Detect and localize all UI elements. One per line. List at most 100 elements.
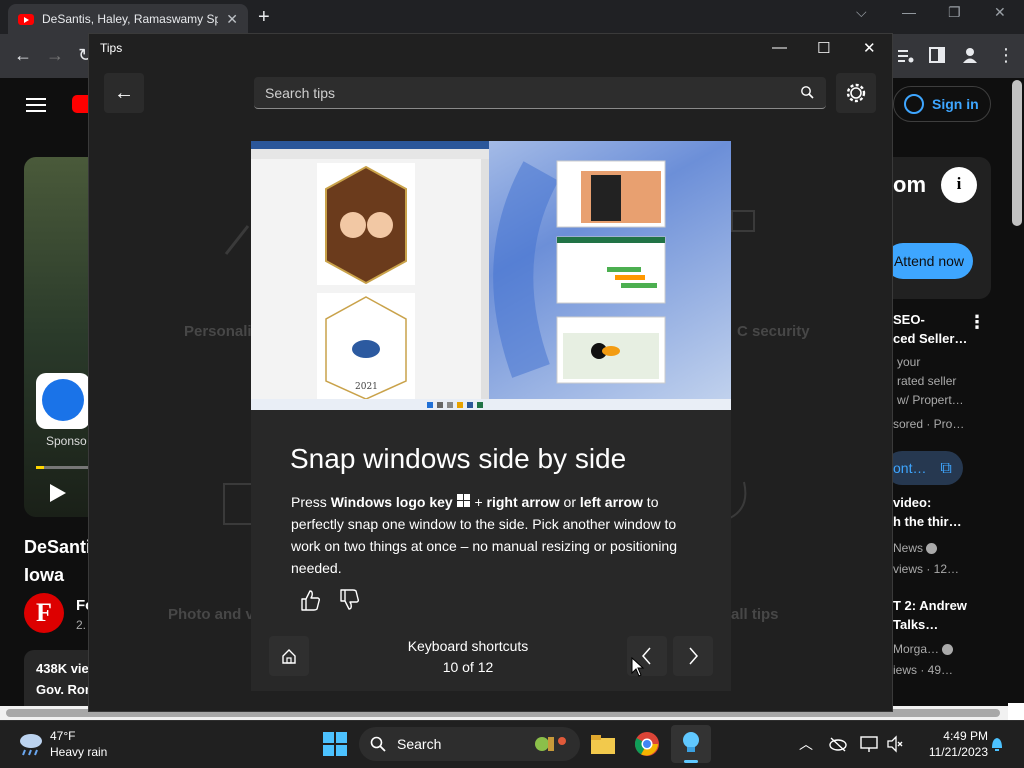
person-icon [904,94,924,114]
continue-button[interactable]: ont… ⧉ [885,451,963,485]
tab-title: DeSantis, Haley, Ramaswamy Sp [42,12,219,26]
video-title: DeSanti Iowa [24,533,91,589]
external-link-icon: ⧉ [940,460,952,477]
close-button[interactable]: ✕ [863,39,876,57]
display-icon[interactable] [860,735,878,753]
clock-time[interactable]: 4:49 PM [932,729,988,743]
sign-in-button[interactable]: Sign in [893,86,991,122]
thumbs-up-icon[interactable] [298,587,324,613]
related-desc-line: your [897,355,921,369]
category-photo[interactable]: Photo and v [168,606,254,623]
view-meta: views · 12… [893,562,960,576]
minimize-button[interactable]: — [772,39,787,56]
home-button[interactable] [269,636,309,676]
sponsored-label: Sponso [46,434,87,448]
play-icon[interactable] [50,484,66,502]
side-panel-icon[interactable] [929,47,945,63]
category-all-tips[interactable]: all tips [731,606,779,623]
category-security[interactable]: C security [737,323,810,340]
related-title-line: SEO- [893,312,925,327]
rain-cloud-icon[interactable] [17,731,45,757]
media-control-icon[interactable] [897,48,915,64]
more-options-icon[interactable]: ⋮ [968,312,986,333]
clock-date[interactable]: 11/21/2023 [918,745,988,759]
ad-progress-track [44,466,88,469]
search-input[interactable]: Search tips [254,77,826,109]
new-tab-button[interactable]: + [258,6,270,29]
tip-body: Press Windows logo key + right arrow or … [291,491,701,579]
body-text: Press [291,494,331,510]
verified-icon [926,543,938,555]
channel-label: Morga… [893,642,940,656]
view-meta: iews · 49… [893,663,954,677]
tab-search-icon[interactable]: ⌵ [856,4,867,21]
onedrive-icon[interactable] [829,736,847,752]
category-name: Keyboard shortcuts [407,638,529,654]
search-icon[interactable] [800,85,814,99]
lock-icon [731,210,755,232]
related-title-line: video: [893,495,932,510]
chrome-icon[interactable] [634,731,660,757]
windows-start-icon[interactable] [322,731,348,757]
tip-title: Snap windows side by side [290,443,627,474]
body-text: or [559,494,580,510]
tab-close-icon[interactable]: ✕ [226,11,238,28]
browser-minimize-button[interactable]: — [902,4,916,20]
notification-bell-icon[interactable] [989,735,1005,753]
video-title-line: DeSanti [24,537,92,557]
category-personalize[interactable]: Personaliz [184,323,259,340]
back-arrow-icon[interactable]: ← [14,45,32,66]
description-box[interactable] [24,650,92,706]
lightbulb-icon [683,732,699,752]
vertical-scrollbar[interactable] [1012,80,1022,226]
next-tip-button[interactable] [673,636,713,676]
volume-mute-icon[interactable] [886,735,904,753]
channel-label: News [893,541,924,555]
sponsor-logo[interactable] [36,373,90,429]
browser-menu-icon[interactable]: ⋮ [997,45,1015,66]
forward-arrow-icon[interactable]: → [46,45,64,66]
back-button[interactable]: ← [104,73,144,113]
browser-restore-button[interactable]: ❐ [948,4,961,21]
body-text: + [470,494,487,510]
ad-text: om [893,172,926,197]
description-text: Gov. Ron [36,682,93,697]
chevron-up-icon[interactable]: ︿ [799,734,813,754]
subscriber-count: 2. [76,618,87,632]
browser-tab[interactable]: DeSantis, Haley, Ramaswamy Sp ✕ [8,4,248,34]
thumbs-down-icon[interactable] [337,587,363,613]
sponsored-meta: sored · Pro… [893,417,965,431]
view-count: 438K vie [36,661,89,676]
tip-image: 2021 [251,141,731,410]
related-desc: your rated seller w/ Propert… [897,353,964,410]
channel-avatar[interactable]: F [24,593,64,633]
video-title-line: Iowa [24,565,65,585]
active-app-indicator [684,760,698,763]
related-title[interactable]: video: h the thir… [893,493,962,531]
weather-temp[interactable]: 47°F [50,729,75,743]
snap-windows-illustration: 2021 [251,141,731,410]
window-title: Tips [100,41,123,55]
settings-button[interactable] [836,73,876,113]
profile-icon[interactable] [961,46,979,64]
browser-close-button[interactable]: ✕ [994,4,1006,21]
weather-desc[interactable]: Heavy rain [50,745,107,759]
file-explorer-icon[interactable] [590,732,616,756]
related-title-line: ced Seller… [893,331,968,346]
video-player[interactable] [24,157,92,517]
continue-label: ont… [893,460,927,476]
info-icon[interactable]: i [941,167,977,203]
youtube-favicon-icon [18,13,34,25]
related-title-line: T 2: Andrew [893,598,967,613]
related-title[interactable]: SEO-ced Seller… [893,310,967,348]
related-title[interactable]: T 2: Andrew Talks… [893,596,967,634]
related-meta: Morga… iews · 49… [893,639,954,681]
svg-text:2021: 2021 [355,382,378,392]
chevron-right-icon [689,647,698,665]
home-icon [282,649,296,664]
attend-now-button[interactable]: Attend now [885,243,973,279]
back-arrow-icon: ← [114,82,134,104]
maximize-button[interactable]: ☐ [817,39,830,57]
gear-icon [846,83,866,103]
menu-icon[interactable] [26,98,46,112]
